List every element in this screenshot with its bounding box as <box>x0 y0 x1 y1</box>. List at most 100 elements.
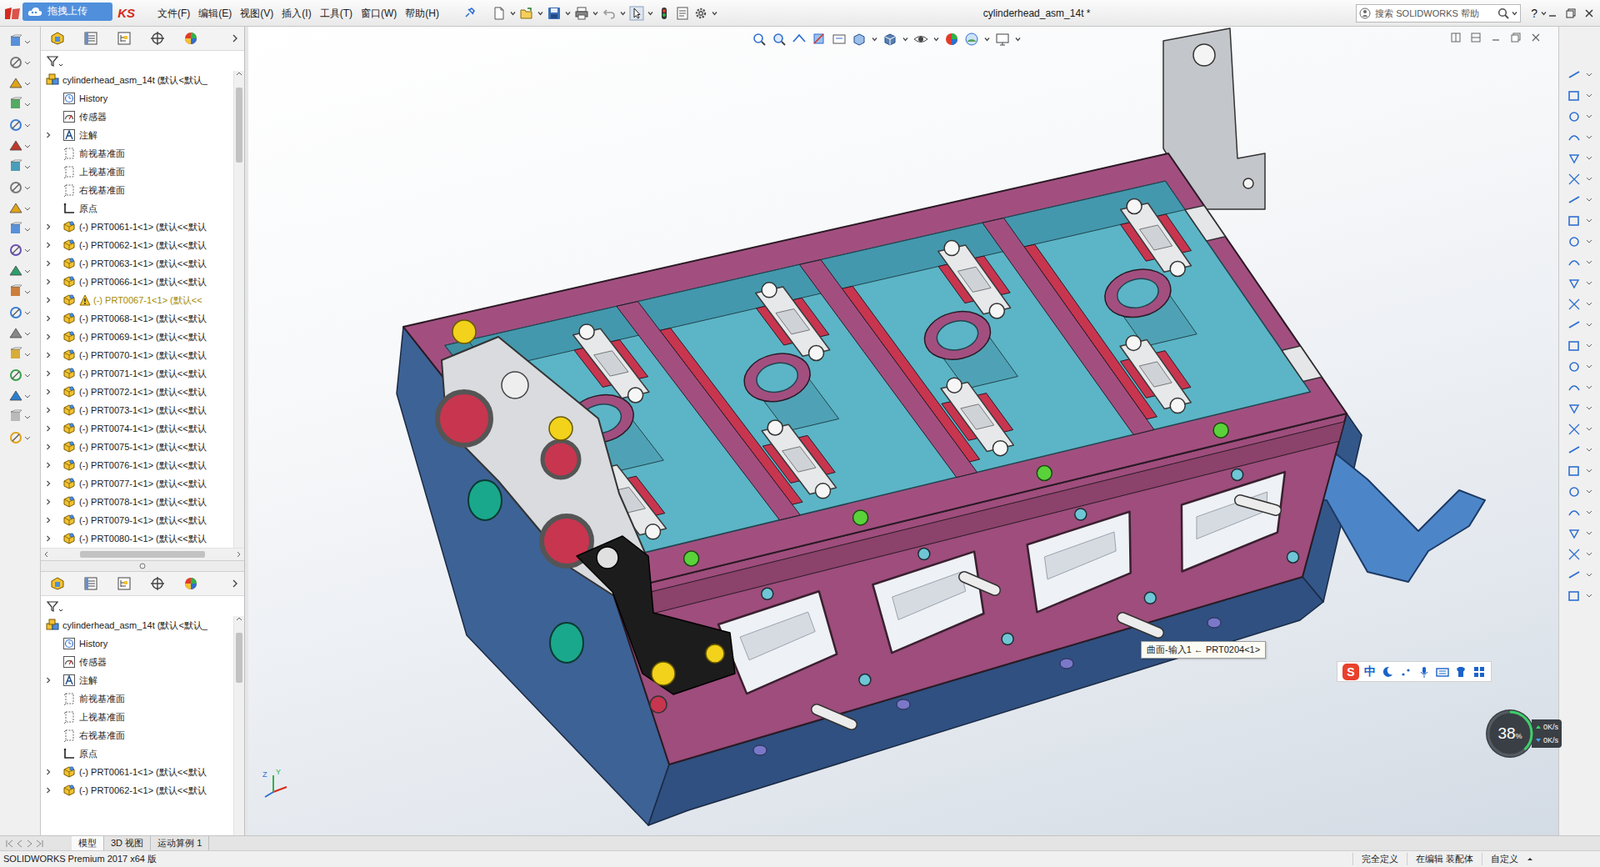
zoom-fit-icon[interactable] <box>751 31 767 47</box>
vertical-scrollbar[interactable] <box>233 70 245 548</box>
command-16-icon[interactable] <box>3 345 37 363</box>
tree-item[interactable]: (-) PRT0073-1<1> (默认<<默认 <box>40 400 234 420</box>
command-8-icon[interactable] <box>3 179 37 196</box>
select-arrow-icon[interactable] <box>629 5 645 21</box>
punctuation-icon[interactable] <box>1399 665 1413 679</box>
task-command-15-icon[interactable] <box>1565 358 1595 375</box>
moon-icon[interactable] <box>1380 665 1395 679</box>
expand-arrow-icon[interactable] <box>40 461 63 469</box>
menu-item[interactable]: 窗口(W) <box>356 0 401 26</box>
dynamic-annotation-icon[interactable] <box>831 31 847 47</box>
tree-item[interactable]: 上视基准面 <box>40 162 234 181</box>
task-command-9-icon[interactable] <box>1565 233 1595 250</box>
property-manager-icon[interactable] <box>83 30 99 46</box>
dropdown-caret-icon[interactable] <box>647 10 654 16</box>
dropdown-caret-icon[interactable] <box>871 36 878 42</box>
tree-tab[interactable] <box>140 572 175 595</box>
filter-funnel-icon[interactable] <box>45 54 65 68</box>
command-3-icon[interactable] <box>3 75 37 92</box>
tree-item[interactable]: (-) PRT0067-1<1> (默认<< <box>40 290 234 310</box>
task-command-21-icon[interactable] <box>1565 483 1595 500</box>
task-command-16-icon[interactable] <box>1565 379 1595 395</box>
tree-item[interactable]: (-) PRT0075-1<1> (默认<<默认 <box>40 437 234 456</box>
dropdown-caret-icon[interactable] <box>1511 10 1518 16</box>
apply-scene-icon[interactable] <box>964 31 980 47</box>
tree-item[interactable]: (-) PRT0074-1<1> (默认<<默认 <box>40 419 234 438</box>
help-button[interactable]: ? <box>1527 6 1541 20</box>
tree-item[interactable]: 上视基准面 <box>40 707 234 726</box>
menu-item[interactable]: 视图(V) <box>235 0 278 26</box>
task-command-10-icon[interactable] <box>1565 254 1595 270</box>
task-command-13-icon[interactable] <box>1565 316 1595 333</box>
dropdown-caret-icon[interactable] <box>620 10 626 16</box>
command-12-icon[interactable] <box>3 262 37 280</box>
expand-arrow-icon[interactable] <box>40 315 63 322</box>
section-view-icon[interactable] <box>811 31 827 47</box>
task-command-20-icon[interactable] <box>1565 462 1595 479</box>
graphics-area[interactable]: 曲面-输入1 ← PRT0204<1>S中ZY <box>248 26 1559 835</box>
feature-manager-icon[interactable] <box>50 30 65 46</box>
restore-icon[interactable] <box>1565 7 1577 20</box>
tree-item[interactable]: 原点 <box>40 744 234 763</box>
status-item[interactable]: 完全定义 <box>1352 852 1407 865</box>
command-14-icon[interactable] <box>3 304 37 321</box>
file-properties-icon[interactable] <box>675 5 690 21</box>
expand-arrow-icon[interactable] <box>40 498 63 505</box>
dropdown-caret-icon[interactable] <box>1540 10 1547 16</box>
first-tab-icon[interactable] <box>5 839 15 848</box>
task-command-3-icon[interactable] <box>1565 108 1595 125</box>
ime-mode[interactable]: 中 <box>1364 664 1376 680</box>
task-command-14-icon[interactable] <box>1565 337 1595 354</box>
task-command-19-icon[interactable] <box>1565 441 1595 458</box>
keyboard-icon[interactable] <box>1435 665 1450 679</box>
dimxpert-manager-icon[interactable] <box>150 575 165 591</box>
upload-badge[interactable]: 拖拽上传 <box>22 2 113 21</box>
open-folder-icon[interactable] <box>519 5 535 21</box>
command-4-icon[interactable] <box>3 95 37 113</box>
pin-icon[interactable] <box>461 5 477 21</box>
more-tabs-icon[interactable] <box>230 579 240 588</box>
bottom-tab[interactable]: 模型 <box>71 835 105 850</box>
dropdown-caret-icon[interactable] <box>1015 36 1021 42</box>
network-monitor[interactable]: 38%0K/s0K/s <box>1485 708 1562 759</box>
minimize-icon[interactable] <box>1546 7 1559 20</box>
tree-item[interactable]: (-) PRT0080-1<1> (默认<<默认 <box>40 529 234 548</box>
dropdown-caret-icon[interactable] <box>510 10 516 16</box>
tree-item[interactable]: (-) PRT0079-1<1> (默认<<默认 <box>40 510 234 530</box>
tree-tab[interactable] <box>74 572 108 595</box>
units-caret-icon[interactable] <box>1526 855 1534 862</box>
tree-tab[interactable] <box>40 572 75 595</box>
tree-item[interactable]: (-) PRT0068-1<1> (默认<<默认 <box>40 309 234 328</box>
expand-arrow-icon[interactable] <box>40 278 63 285</box>
expand-arrow-icon[interactable] <box>40 241 63 249</box>
dropdown-caret-icon[interactable] <box>984 36 990 42</box>
skin-shirt-icon[interactable] <box>1454 665 1468 679</box>
tree-item[interactable]: (-) PRT0072-1<1> (默认<<默认 <box>40 382 234 401</box>
tree-item[interactable]: cylinderhead_asm_14t (默认<默认_ <box>40 615 234 635</box>
tree-item[interactable]: (-) PRT0069-1<1> (默认<<默认 <box>40 327 234 346</box>
next-tab-icon[interactable] <box>25 839 35 848</box>
ime-logo[interactable]: S <box>1342 663 1360 680</box>
tree-item[interactable]: History <box>40 634 234 653</box>
expand-arrow-icon[interactable] <box>40 388 63 395</box>
menu-item[interactable]: 插入(I) <box>277 0 315 26</box>
task-command-4-icon[interactable] <box>1565 129 1595 145</box>
tree-item[interactable]: (-) PRT0076-1<1> (默认<<默认 <box>40 455 234 475</box>
dropdown-caret-icon[interactable] <box>537 10 544 16</box>
expand-arrow-icon[interactable] <box>40 768 63 775</box>
tree-tab[interactable] <box>174 27 208 50</box>
print-icon[interactable] <box>574 5 590 21</box>
tree-item[interactable]: 右视基准面 <box>40 180 234 200</box>
zoom-area-icon[interactable] <box>771 31 787 47</box>
tree-tab[interactable] <box>174 572 208 595</box>
command-18-icon[interactable] <box>3 387 37 405</box>
help-search[interactable] <box>1355 4 1521 23</box>
previous-view-icon[interactable] <box>791 31 807 47</box>
tree-item[interactable]: 注解 <box>40 670 234 690</box>
task-command-6-icon[interactable] <box>1565 170 1595 187</box>
split-icon[interactable] <box>1470 31 1482 44</box>
tree-item[interactable]: (-) PRT0061-1<1> (默认<<默认 <box>40 762 234 781</box>
task-command-2-icon[interactable] <box>1565 87 1595 104</box>
tree-item[interactable]: 传感器 <box>40 107 234 126</box>
display-manager-icon[interactable] <box>183 575 199 591</box>
